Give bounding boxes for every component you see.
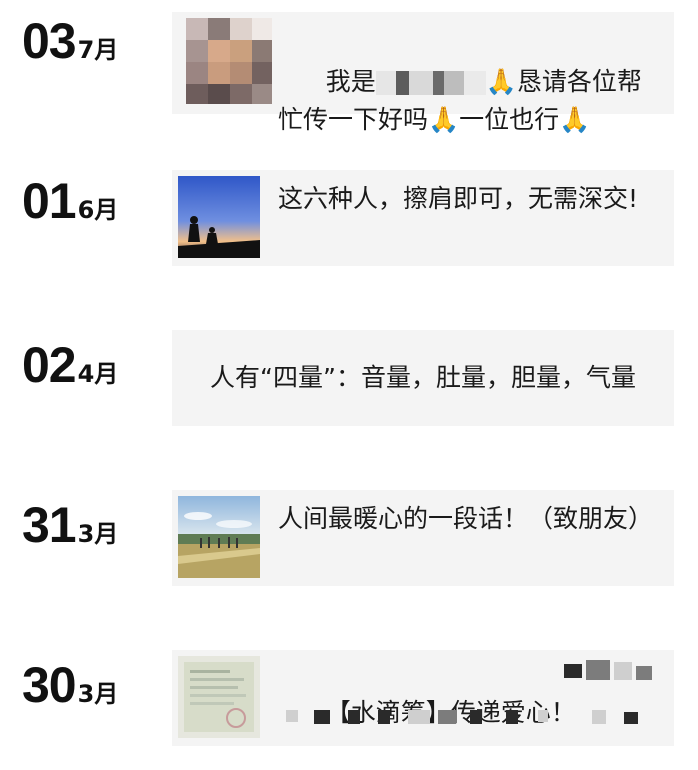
field-landscape-photo — [178, 496, 260, 578]
post-day: 03 — [22, 13, 77, 69]
redacted-block — [348, 710, 360, 724]
redacted-block — [636, 666, 652, 680]
redacted-block — [624, 712, 638, 724]
blurred-portrait-photo — [186, 18, 272, 104]
post-card[interactable]: 人有“四量”：音量，肚量，胆量，气量 — [172, 330, 674, 426]
post-text: 这六种人，擦肩即可，无需深交! — [278, 184, 639, 213]
redacted-block — [470, 710, 482, 724]
post-day: 30 — [22, 657, 77, 713]
post-month: 4月 — [77, 360, 119, 388]
redacted-block — [314, 710, 330, 724]
post-date: 03 7月 — [22, 12, 118, 70]
post-month: 3月 — [77, 520, 119, 548]
post-date: 01 6月 — [22, 172, 118, 230]
redacted-block — [375, 71, 486, 95]
post-card[interactable]: 我是 🙏恳请各位帮忙传一下好吗🙏一位也行🙏 — [172, 12, 674, 134]
post-text-head: 我是 — [325, 67, 376, 96]
redacted-block — [614, 662, 632, 680]
redacted-block — [564, 664, 582, 678]
redacted-block — [286, 710, 298, 722]
redacted-block — [538, 710, 548, 722]
post-day: 01 — [22, 173, 77, 229]
redacted-block — [378, 710, 390, 724]
post-date: 02 4月 — [22, 336, 118, 394]
post-day: 31 — [22, 497, 77, 553]
post-text: 我是 🙏恳请各位帮忙传一下好吗🙏一位也行🙏 — [278, 25, 658, 177]
sunset-silhouette-photo — [178, 176, 260, 258]
redacted-block — [408, 710, 430, 724]
post-card[interactable]: 人间最暖心的一段话！（致朋友） — [172, 490, 674, 586]
post-date: 30 3月 — [22, 656, 118, 714]
redacted-block — [506, 710, 518, 724]
redacted-block — [592, 710, 606, 724]
redacted-block — [586, 660, 610, 680]
post-card[interactable]: 【水滴筹】传递爱心！ — [172, 650, 674, 746]
post-date: 31 3月 — [22, 496, 118, 554]
post-month: 3月 — [77, 680, 119, 708]
post-card[interactable]: 这六种人，擦肩即可，无需深交! — [172, 170, 674, 266]
document-photo — [178, 656, 260, 738]
post-month: 7月 — [77, 36, 119, 64]
post-text: 人有“四量”：音量，肚量，胆量，气量 — [210, 363, 636, 392]
post-month: 6月 — [77, 196, 119, 224]
post-day: 02 — [22, 337, 77, 393]
redacted-block — [438, 710, 456, 724]
post-text: 人间最暖心的一段话！（致朋友） — [278, 504, 654, 533]
